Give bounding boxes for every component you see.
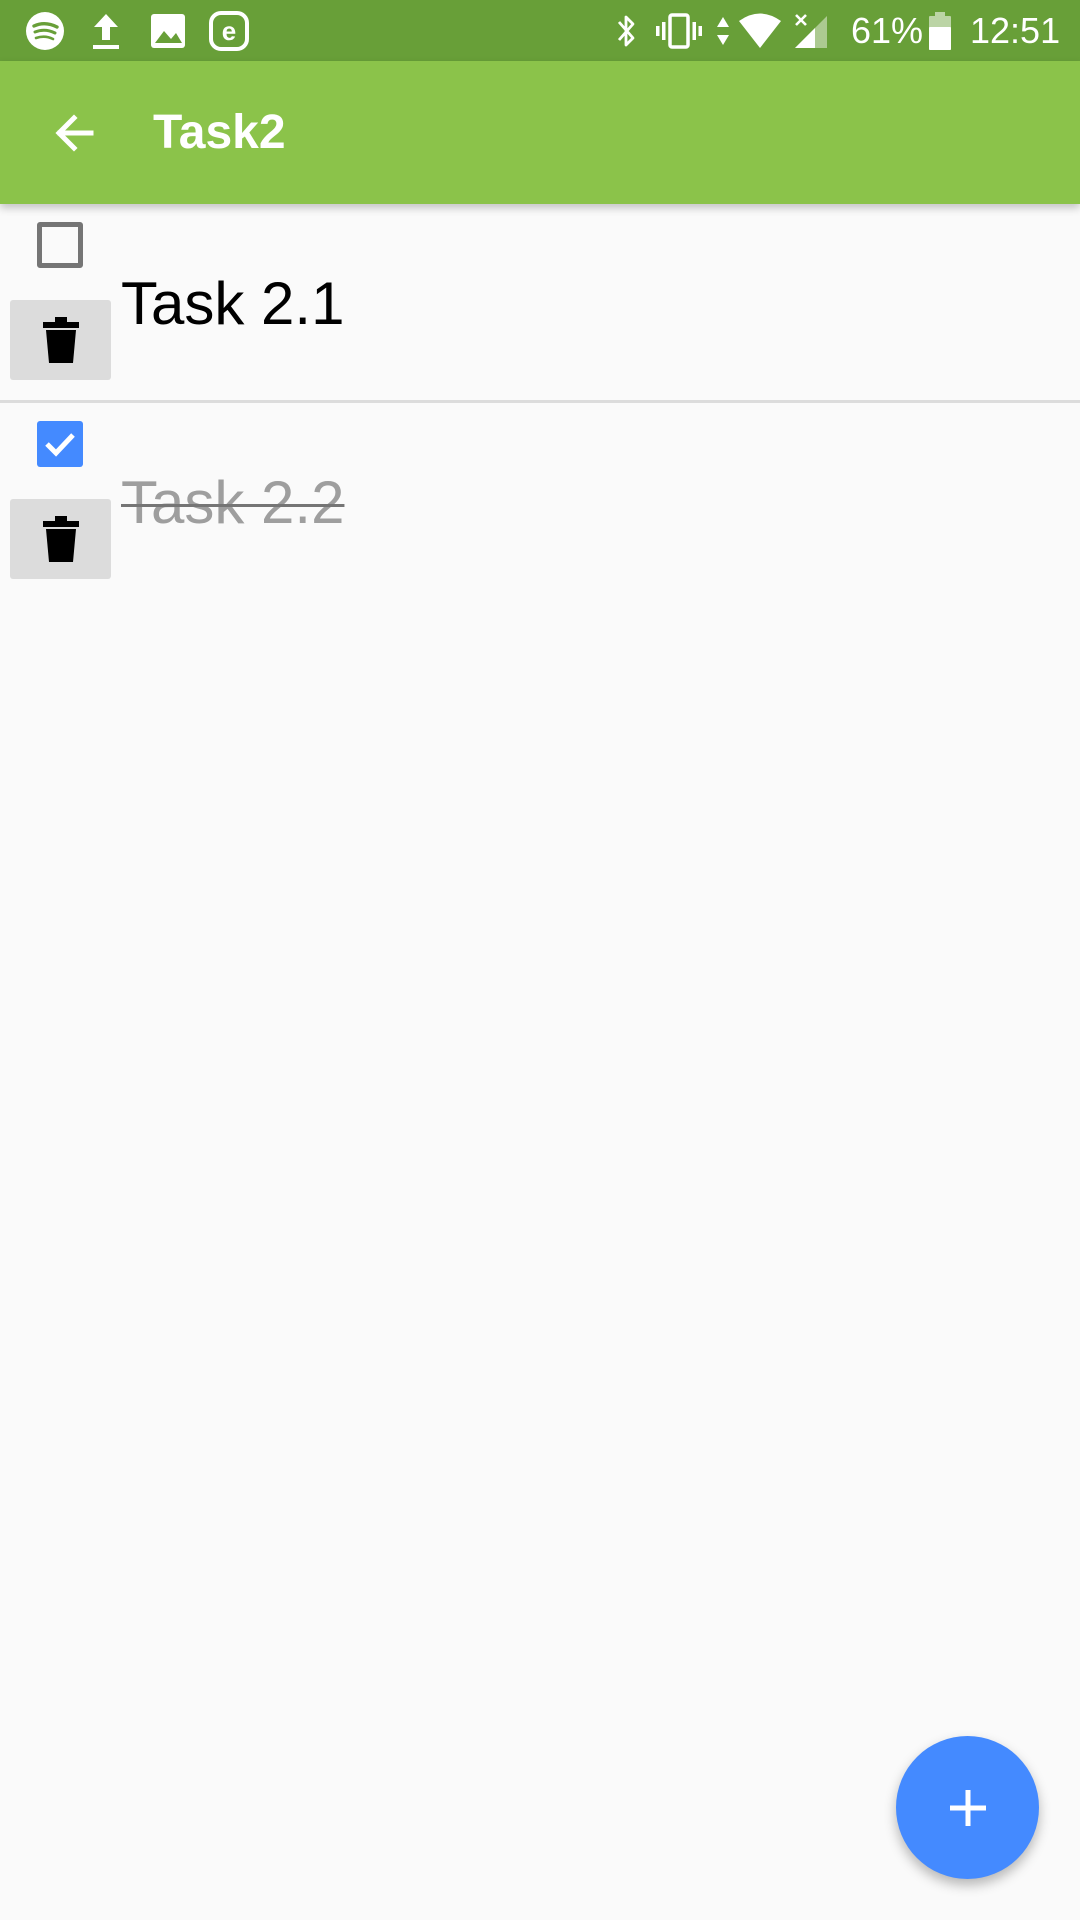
signal-icon: [792, 0, 830, 61]
task-list: Task 2.1 Task 2.2: [0, 204, 1080, 599]
data-arrows-icon: [712, 0, 734, 61]
e-app-icon: e: [206, 0, 252, 61]
trash-icon: [42, 516, 79, 562]
status-bar: e 61% 12:51: [0, 0, 1080, 61]
battery-percent: 61%: [851, 10, 924, 51]
app-bar: Task2: [0, 61, 1080, 204]
svg-text:e: e: [222, 16, 236, 46]
delete-button[interactable]: [10, 499, 111, 579]
task-checkbox[interactable]: [37, 421, 83, 467]
task-checkbox[interactable]: [37, 222, 83, 268]
clock: 12:51: [970, 10, 1061, 51]
page-title: Task2: [153, 106, 286, 159]
battery-icon: [926, 0, 954, 61]
bluetooth-icon: [612, 0, 642, 61]
image-icon: [146, 0, 190, 61]
task-label: Task 2.1: [121, 270, 345, 337]
add-task-button[interactable]: [896, 1736, 1039, 1879]
checkmark-icon: [42, 426, 78, 462]
arrow-left-icon: [51, 109, 99, 157]
task-label: Task 2.2: [121, 469, 345, 536]
task-row: Task 2.1: [0, 204, 1080, 403]
plus-icon: [946, 1786, 990, 1830]
delete-button[interactable]: [10, 300, 111, 380]
task-row: Task 2.2: [0, 403, 1080, 599]
spotify-icon: [22, 0, 68, 61]
wifi-icon: [736, 0, 784, 61]
upload-icon: [86, 0, 126, 61]
vibrate-icon: [654, 0, 704, 61]
back-button[interactable]: [30, 88, 120, 178]
trash-icon: [42, 317, 79, 363]
